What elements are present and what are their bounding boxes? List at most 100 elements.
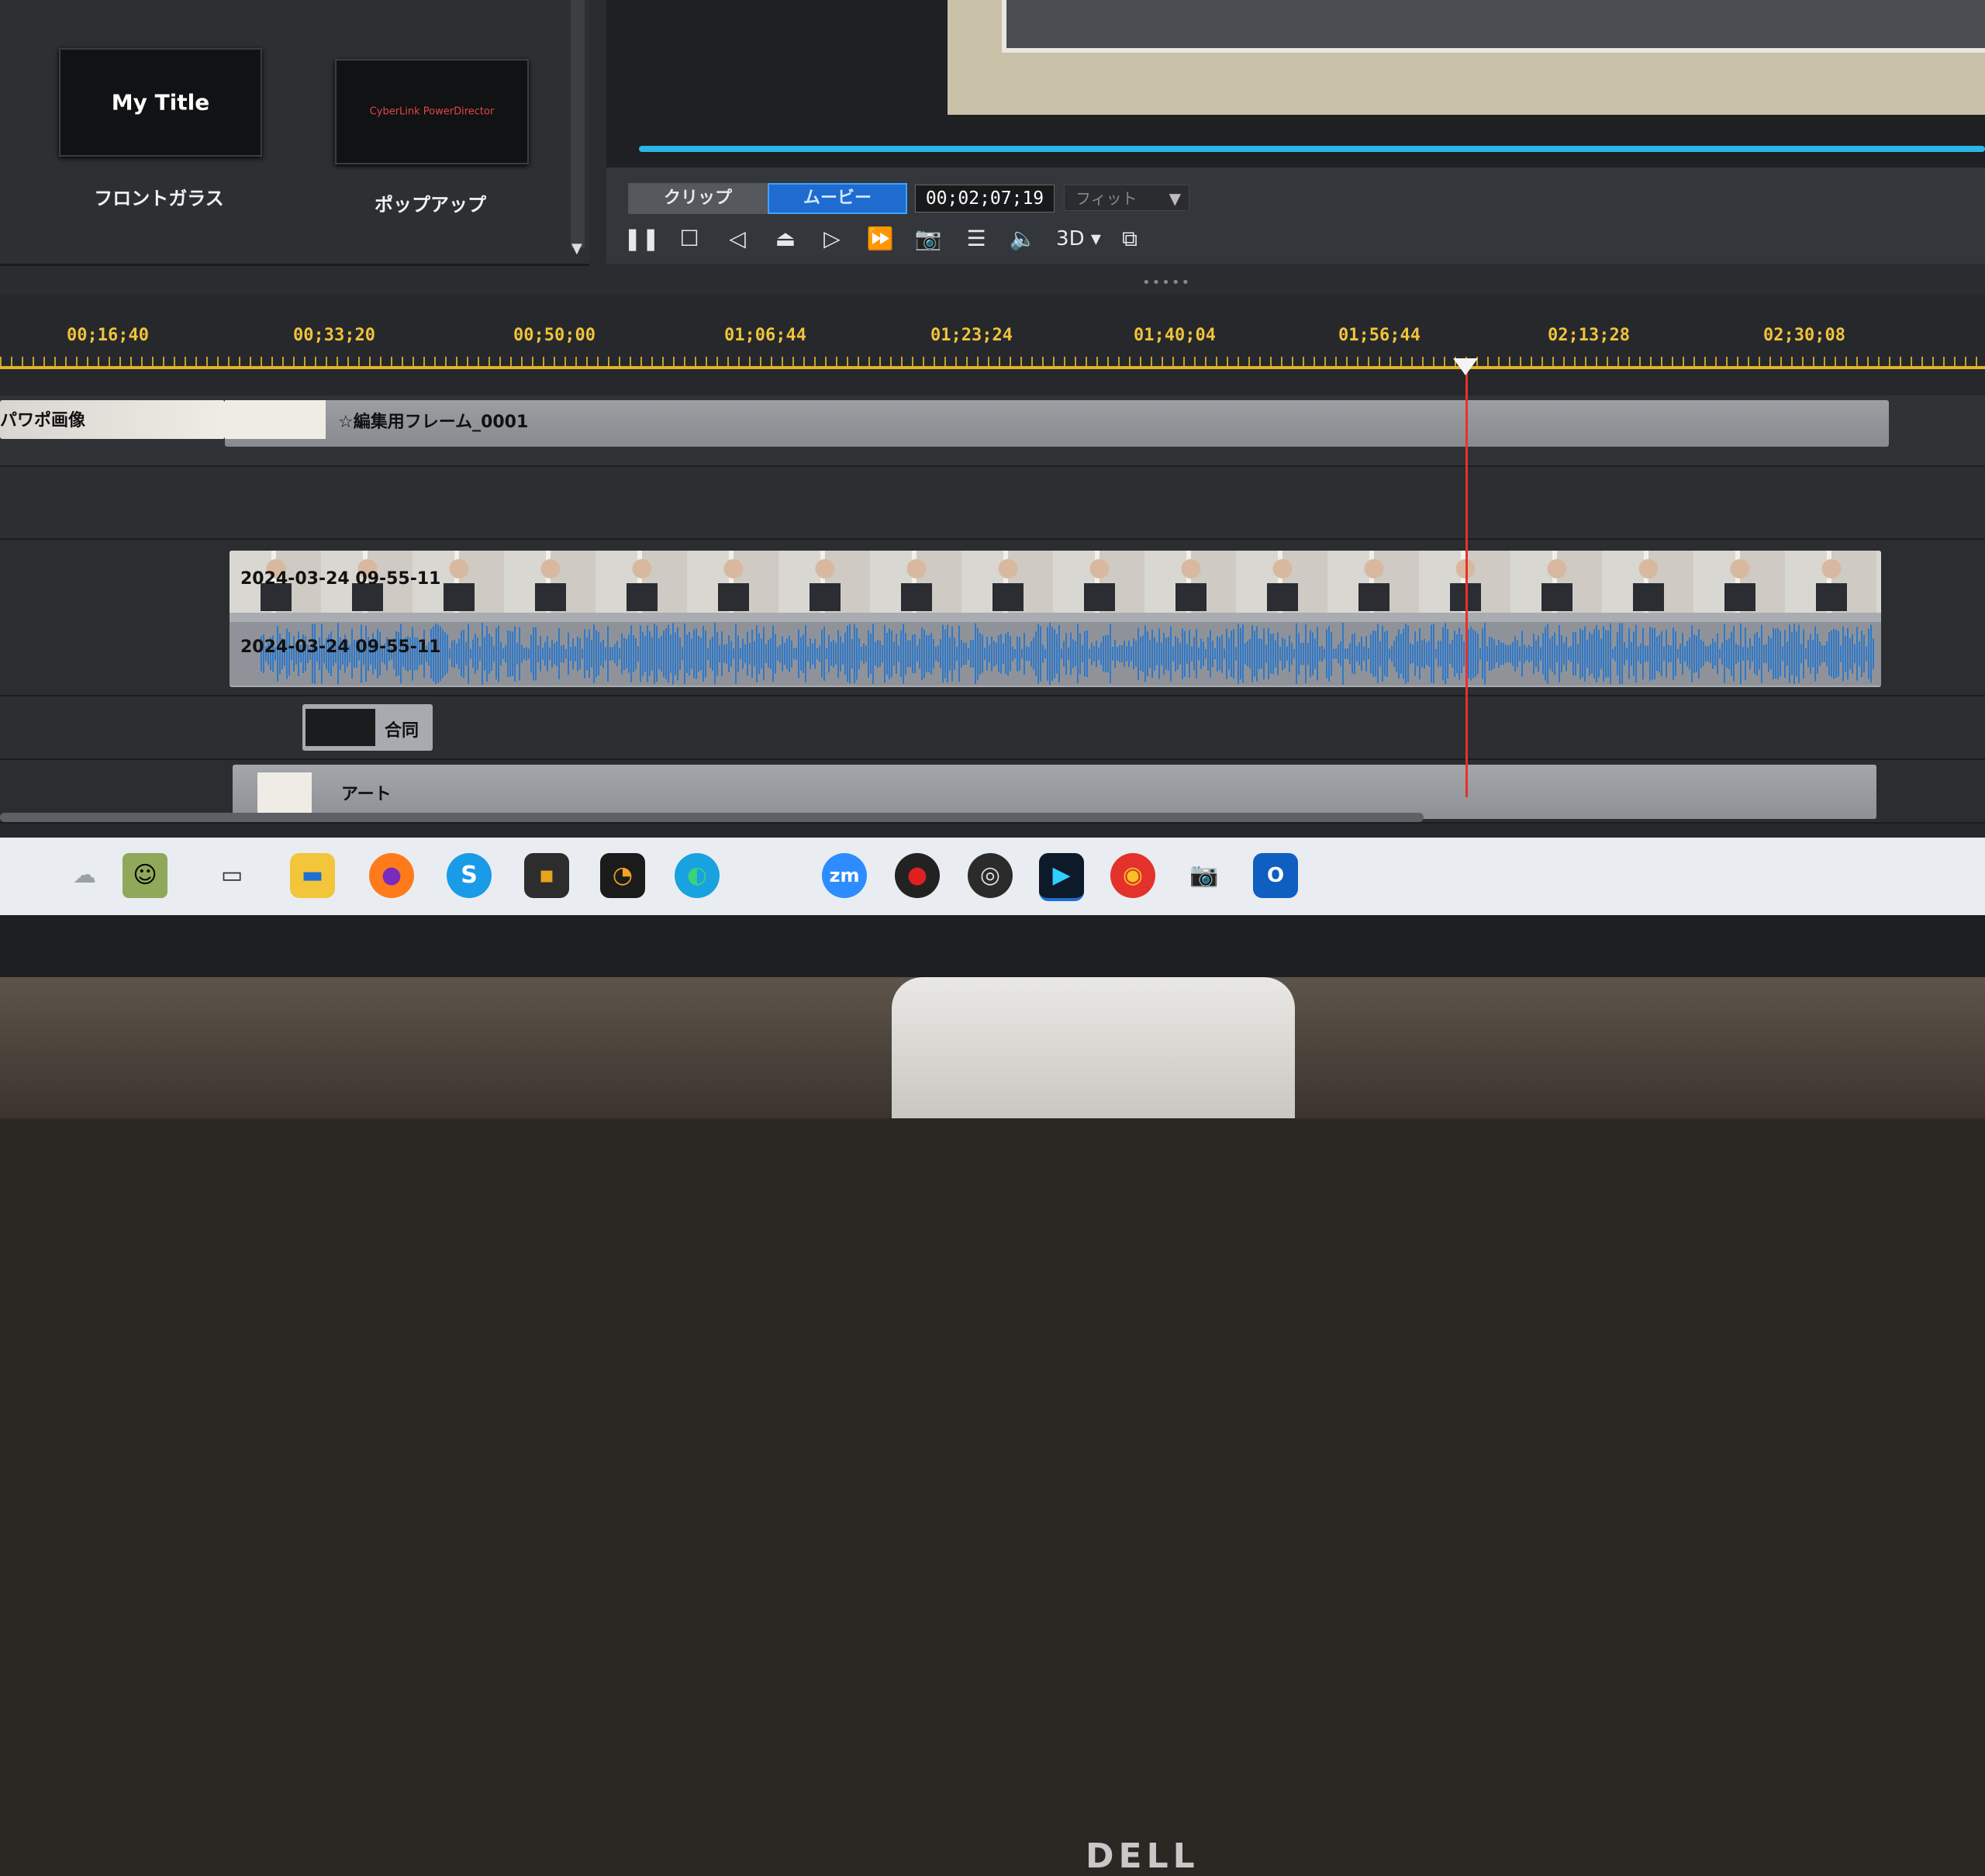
waveform-bar (923, 629, 925, 679)
stop-icon[interactable]: ☐ (671, 222, 707, 256)
clip-mode-tab[interactable]: クリップ (628, 183, 768, 214)
waveform-bar (486, 626, 488, 682)
undock-preview-icon[interactable]: ⧉ (1112, 222, 1148, 256)
waveform-bar (744, 644, 746, 664)
waveform-bar (642, 631, 644, 676)
waveform-bar (1533, 633, 1534, 675)
waveform-bar (1254, 631, 1255, 677)
waveform-bar (1298, 632, 1300, 675)
obs-icon[interactable]: ◎ (968, 853, 1013, 898)
previous-frame-icon[interactable]: ◁ (720, 222, 755, 256)
waveform-bar (1477, 633, 1479, 675)
waveform-bar (982, 634, 983, 673)
three-d-toggle[interactable]: 3D ▾ (1051, 222, 1106, 256)
fast-forward-icon[interactable]: ⏩ (862, 222, 898, 256)
timecode-display[interactable]: 00;02;07;19 (915, 185, 1055, 212)
waveform-bar (963, 642, 965, 665)
video-clip[interactable]: 2024-03-24 09-55-11 2024-03-24 09-55-11 (230, 551, 1881, 687)
waveform-bar (1782, 646, 1783, 662)
weather-icon[interactable]: ☁ (62, 853, 107, 898)
title-thumbnail-front-glass[interactable]: My Title (59, 48, 262, 157)
preview-progress-bar[interactable] (639, 146, 1985, 152)
scroll-down-arrow-icon[interactable]: ▼ (571, 240, 582, 257)
avatar-icon[interactable]: ☺ (123, 853, 167, 898)
movie-mode-tab[interactable]: ムービー (768, 183, 907, 214)
waveform-bar (849, 624, 851, 684)
waveform-bar (1575, 631, 1576, 676)
record-icon[interactable]: ● (895, 853, 940, 898)
zoom-icon[interactable]: zm (822, 853, 867, 898)
timeline-horizontal-scrollbar[interactable] (0, 813, 1424, 822)
waveform-bar (1491, 637, 1493, 670)
waveform-bar (1603, 626, 1604, 682)
waveform-bar (1384, 631, 1386, 676)
waveform-bar (1768, 635, 1769, 672)
title-library-panel: My Title フロントガラス CyberLink PowerDirector… (0, 0, 589, 266)
waveform-bar (768, 640, 769, 668)
ruler-label: 01;40;04 (1134, 326, 1216, 345)
chrome-icon[interactable]: ◉ (1110, 853, 1155, 898)
waveform-bar (1475, 631, 1476, 677)
outlook-icon[interactable]: O (1253, 853, 1298, 898)
waveform-bar (1117, 647, 1118, 661)
waveform-bar (444, 632, 446, 675)
powerdirector-icon[interactable]: ▶ (1039, 853, 1084, 901)
file-explorer-icon[interactable]: ▬ (290, 853, 335, 898)
camera-icon[interactable]: 📷 (1182, 853, 1227, 898)
waveform-bar (968, 648, 969, 660)
waveform-bar (1007, 631, 1009, 676)
waveform-bar (1161, 642, 1162, 665)
app-icon[interactable]: ▪ (524, 853, 569, 898)
waveform-bar (1819, 641, 1821, 666)
waveform-bar (1617, 632, 1618, 675)
waveform-bar (800, 637, 802, 671)
waveform-bar (1072, 639, 1074, 669)
waveform-bar (1414, 631, 1416, 676)
waveform-bar (1745, 627, 1746, 681)
image-clip-powerpoint[interactable]: パワポ画像 (0, 400, 225, 439)
timeline-ruler[interactable]: 00;16;40 00;33;20 00;50;00 01;06;44 01;2… (0, 326, 1985, 382)
waveform-bar (905, 633, 906, 675)
playhead-line[interactable] (1465, 363, 1468, 797)
task-view-icon[interactable]: ▭ (209, 853, 254, 898)
firefox-icon[interactable]: ● (369, 853, 414, 898)
title-clip[interactable]: 合同 (302, 704, 433, 751)
waveform-bar (1172, 646, 1174, 662)
waveform-bar (1263, 628, 1265, 679)
snapshot-camera-icon[interactable]: 📷 (910, 222, 946, 256)
subtitle-icon[interactable]: ☰ (958, 222, 994, 256)
waveform-bar (1319, 646, 1320, 662)
panel-scrollbar[interactable] (571, 0, 585, 248)
title-thumbnail-popup[interactable]: CyberLink PowerDirector (335, 59, 529, 164)
next-frame-icon[interactable]: ▷ (814, 222, 850, 256)
waveform-bar (1389, 648, 1390, 659)
image-clip-frame[interactable]: ☆編集用フレーム_0001 (225, 400, 1889, 447)
waveform-bar (1368, 648, 1369, 659)
volume-icon[interactable]: 🔈 (1005, 222, 1041, 256)
art-clip[interactable]: アート (233, 765, 1876, 819)
skype-icon[interactable]: S (447, 853, 492, 898)
waveform-bar (1175, 636, 1176, 672)
waveform-bar (1835, 629, 1837, 679)
waveform-bar (1684, 645, 1686, 662)
edge-icon[interactable]: ◐ (675, 853, 720, 898)
waveform-bar (928, 635, 930, 672)
resize-handle-icon[interactable]: ••••• (1142, 275, 1191, 291)
waveform-bar (656, 625, 658, 682)
playhead-marker-icon[interactable] (1453, 358, 1478, 375)
waveform-bar (1714, 641, 1716, 666)
waveform-bar (1312, 632, 1314, 675)
app-clock-icon[interactable]: ◔ (600, 853, 645, 898)
waveform-bar (1686, 641, 1688, 667)
waveform-bar (1042, 644, 1044, 663)
waveform-bar (1777, 627, 1779, 680)
waveform-bar (1345, 648, 1346, 659)
zoom-fit-select[interactable]: フィット ▼ (1064, 185, 1189, 211)
waveform-bar (556, 641, 558, 667)
split-icon[interactable]: ⏏ (768, 222, 803, 256)
waveform-bar (577, 636, 578, 672)
waveform-bar (1752, 646, 1753, 662)
waveform-bar (1468, 629, 1469, 679)
waveform-bar (1242, 624, 1244, 683)
pause-icon[interactable]: ❚❚ (623, 222, 660, 256)
